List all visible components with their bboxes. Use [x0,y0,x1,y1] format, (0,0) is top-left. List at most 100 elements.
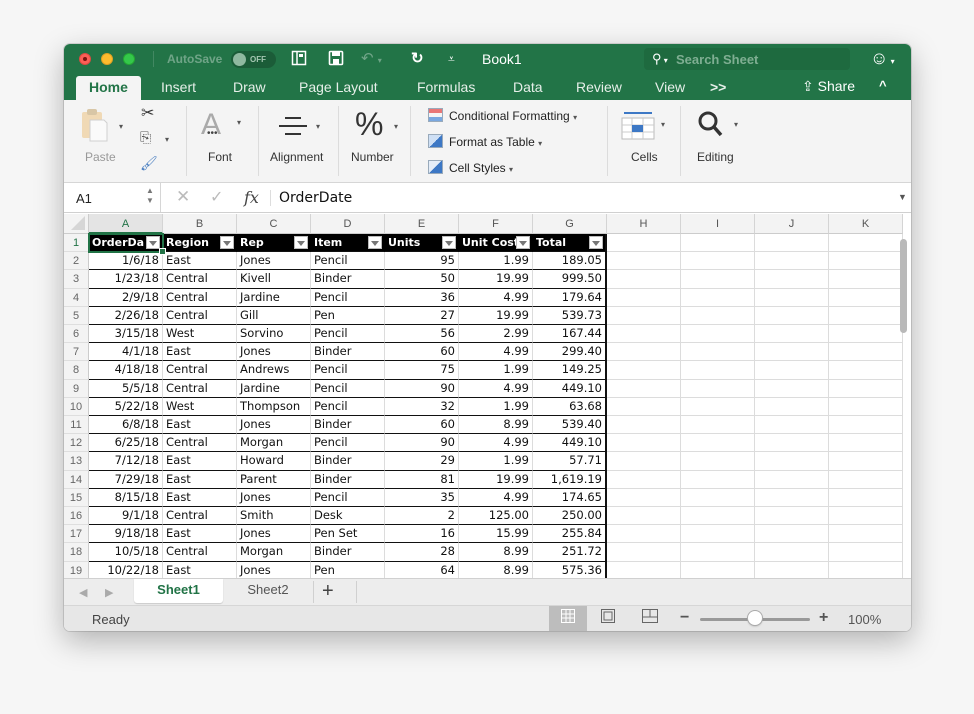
table-header-cell[interactable]: Item [311,234,385,253]
table-cell[interactable]: 15.99 [459,525,533,544]
vertical-scrollbar[interactable] [900,239,907,333]
table-cell[interactable]: 999.50 [533,270,607,289]
page-layout-view-button[interactable] [589,606,627,631]
empty-cell[interactable] [607,525,681,544]
table-cell[interactable]: 4.99 [459,288,533,307]
table-cell[interactable]: Pencil [311,252,385,271]
table-cell[interactable]: 7/29/18 [89,470,163,489]
table-cell[interactable]: Central [163,270,237,289]
empty-cell[interactable] [755,234,829,253]
table-cell[interactable]: Jones [237,561,311,578]
filter-dropdown-icon[interactable] [589,236,603,249]
minimize-window-button[interactable] [101,53,113,65]
table-cell[interactable]: Jardine [237,379,311,398]
table-cell[interactable]: 8.99 [459,561,533,578]
table-cell[interactable]: Binder [311,470,385,489]
table-cell[interactable]: 9/1/18 [89,507,163,526]
empty-cell[interactable] [755,379,829,398]
tab-page-layout[interactable]: Page Layout [299,79,378,95]
empty-cell[interactable] [829,325,903,344]
table-cell[interactable]: Central [163,288,237,307]
table-cell[interactable]: 575.36 [533,561,607,578]
row-header[interactable]: 9 [64,379,89,398]
table-cell[interactable]: Parent [237,470,311,489]
empty-cell[interactable] [607,470,681,489]
add-sheet-button[interactable]: + [322,580,334,602]
search-sheet-input[interactable]: ⚲ ▾ Search Sheet [644,48,850,70]
empty-cell[interactable] [755,507,829,526]
table-cell[interactable]: 3/15/18 [89,325,163,344]
table-cell[interactable]: 60 [385,343,459,362]
column-header-h[interactable]: H [607,214,681,234]
empty-cell[interactable] [755,561,829,578]
table-cell[interactable]: 4.99 [459,434,533,453]
empty-cell[interactable] [607,488,681,507]
table-cell[interactable]: 1.99 [459,452,533,471]
empty-cell[interactable] [755,397,829,416]
empty-cell[interactable] [681,561,755,578]
formula-input[interactable]: OrderDate [279,190,352,206]
column-header-f[interactable]: F [459,214,533,234]
empty-cell[interactable] [829,252,903,271]
zoom-out-button[interactable]: − [680,609,689,627]
table-cell[interactable]: 2.99 [459,325,533,344]
table-cell[interactable]: Pencil [311,397,385,416]
customize-toolbar-icon[interactable]: ⩡ [448,50,455,68]
table-cell[interactable]: Pencil [311,288,385,307]
next-sheet-icon[interactable]: ▶ [105,586,113,599]
row-header[interactable]: 14 [64,470,89,489]
table-cell[interactable]: Jones [237,488,311,507]
maximize-window-button[interactable] [123,53,135,65]
table-header-cell[interactable]: Units [385,234,459,253]
format-as-table-button[interactable]: Format as Table ▾ [428,134,542,149]
column-header-c[interactable]: C [237,214,311,234]
table-cell[interactable]: Smith [237,507,311,526]
table-cell[interactable]: 1/6/18 [89,252,163,271]
empty-cell[interactable] [681,270,755,289]
empty-cell[interactable] [755,470,829,489]
table-cell[interactable]: East [163,452,237,471]
sidebar-icon[interactable] [291,50,307,71]
table-cell[interactable]: 8.99 [459,543,533,562]
table-cell[interactable]: Morgan [237,543,311,562]
empty-cell[interactable] [755,288,829,307]
table-cell[interactable]: 36 [385,288,459,307]
table-cell[interactable]: West [163,325,237,344]
empty-cell[interactable] [681,525,755,544]
table-cell[interactable]: 2 [385,507,459,526]
table-cell[interactable]: 8.99 [459,416,533,435]
filter-dropdown-icon[interactable] [220,236,234,249]
empty-cell[interactable] [607,288,681,307]
normal-view-button[interactable] [549,606,587,631]
table-cell[interactable]: 28 [385,543,459,562]
table-cell[interactable]: Jones [237,343,311,362]
empty-cell[interactable] [607,397,681,416]
row-header[interactable]: 10 [64,397,89,416]
table-cell[interactable]: 95 [385,252,459,271]
empty-cell[interactable] [607,452,681,471]
empty-cell[interactable] [681,379,755,398]
filter-dropdown-icon[interactable] [146,236,160,249]
editing-group[interactable]: ▾ Editing [682,100,754,183]
table-cell[interactable]: 63.68 [533,397,607,416]
empty-cell[interactable] [607,343,681,362]
table-cell[interactable]: Pencil [311,488,385,507]
table-cell[interactable]: 174.65 [533,488,607,507]
empty-cell[interactable] [829,543,903,562]
table-cell[interactable]: 27 [385,306,459,325]
table-cell[interactable]: Binder [311,343,385,362]
empty-cell[interactable] [681,343,755,362]
copy-dropdown-caret[interactable]: ▾ [165,135,169,144]
table-cell[interactable]: 6/8/18 [89,416,163,435]
table-cell[interactable]: Pencil [311,434,385,453]
empty-cell[interactable] [607,434,681,453]
table-cell[interactable]: 60 [385,416,459,435]
table-cell[interactable]: Gill [237,306,311,325]
row-header[interactable]: 4 [64,288,89,307]
empty-cell[interactable] [607,543,681,562]
insert-function-icon[interactable]: fx [244,188,259,207]
table-cell[interactable]: 32 [385,397,459,416]
table-cell[interactable]: 5/22/18 [89,397,163,416]
empty-cell[interactable] [829,561,903,578]
column-header-b[interactable]: B [163,214,237,234]
